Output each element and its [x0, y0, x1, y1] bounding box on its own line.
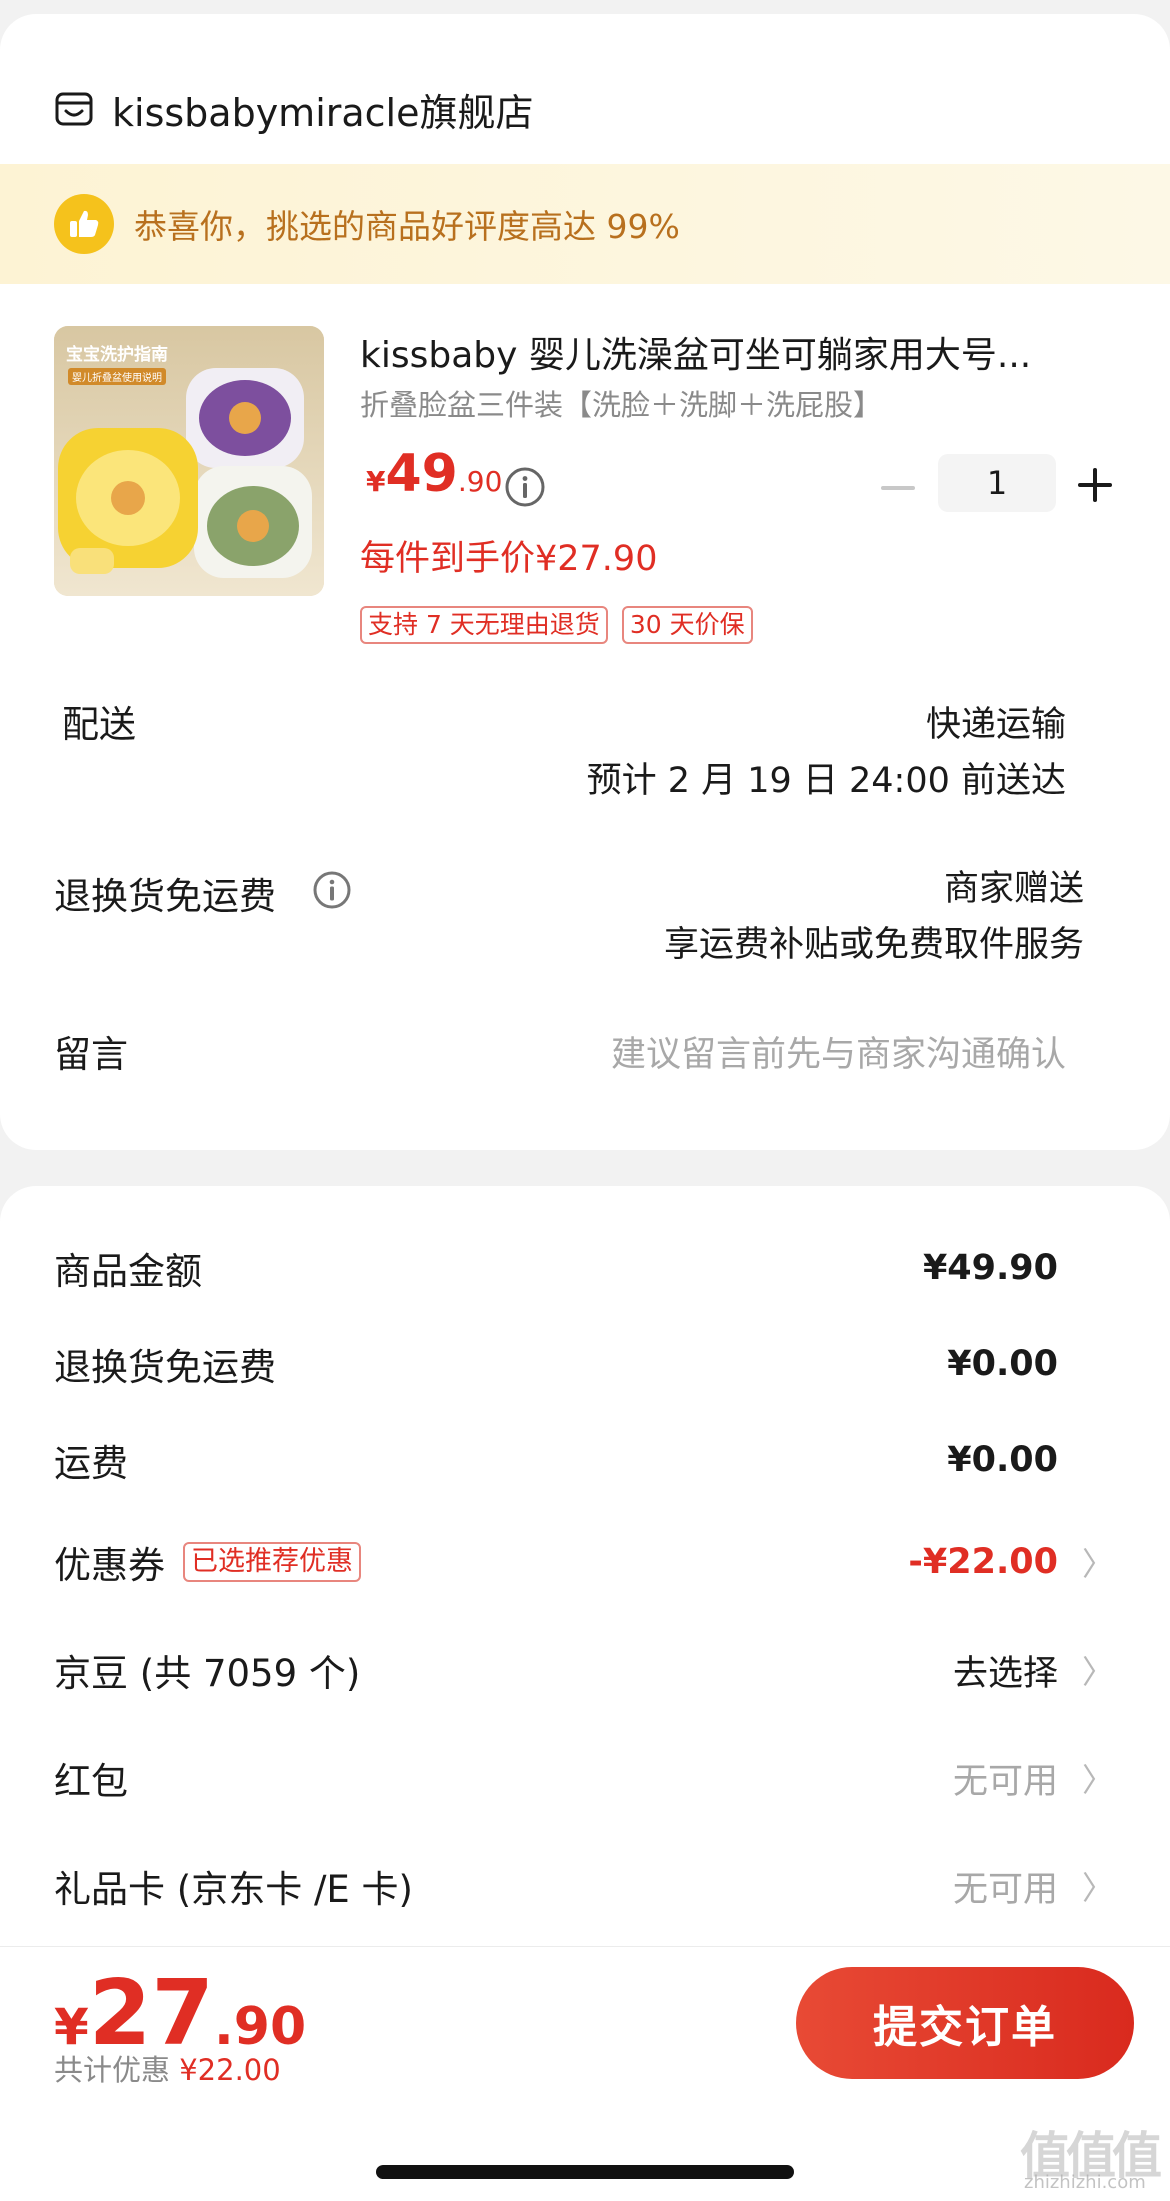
goods-amount-value: ¥49.90	[922, 1248, 1058, 1288]
summary-goods-amount: 商品金额 ¥49.90	[54, 1238, 1114, 1298]
discount-label: 共计优惠	[54, 2053, 171, 2087]
summary-giftcard[interactable]: 礼品卡 (京东卡 /E 卡) 无可用 〉	[54, 1856, 1114, 1916]
thumbs-up-icon	[54, 194, 114, 254]
return-fee-value: ¥0.00	[947, 1344, 1058, 1384]
submit-order-button[interactable]: 提交订单	[796, 1967, 1134, 2079]
price-integer: 49	[385, 444, 458, 504]
summary-return-fee: 退换货免运费 ¥0.00	[54, 1334, 1114, 1394]
coupon-label: 优惠券	[54, 1544, 165, 1587]
summary-shipping: 运费 ¥0.00	[54, 1430, 1114, 1490]
product-price: ¥ 49 .90	[366, 444, 502, 504]
home-indicator	[376, 2165, 794, 2179]
redpacket-value: 无可用	[952, 1761, 1058, 1802]
return-shipping-desc: 享运费补贴或免费取件服务	[663, 925, 1084, 965]
summary-coupon[interactable]: 优惠券 已选推荐优惠 -¥22.00 〉	[54, 1532, 1114, 1592]
service-tags: 支持 7 天无理由退货 30 天价保	[360, 606, 753, 644]
store-icon	[55, 92, 93, 126]
tag-price-protect: 30 天价保	[621, 606, 753, 644]
product-image-subcaption: 婴儿折叠盆使用说明	[68, 368, 166, 385]
product-image[interactable]: 宝宝洗护指南 婴儿折叠盆使用说明	[54, 326, 324, 596]
return-shipping-value: 商家赠送	[943, 869, 1084, 909]
shop-header[interactable]: kissbabymiracle旗舰店	[54, 74, 534, 144]
delivery-label: 配送	[62, 703, 136, 746]
product-image-caption: 宝宝洗护指南	[66, 345, 168, 365]
coupon-value: -¥22.00	[908, 1542, 1058, 1582]
delivery-method[interactable]: 快递运输	[926, 696, 1066, 747]
chevron-right-icon: 〉	[1081, 1869, 1114, 1907]
price-decimal: .90	[457, 465, 503, 498]
summary-jingdou[interactable]: 京豆 (共 7059 个) 去选择 〉	[54, 1640, 1114, 1700]
rating-banner-text: 恭喜你，挑选的商品好评度高达 99%	[134, 207, 680, 246]
quantity-decrease-button[interactable]	[874, 468, 922, 508]
message-input[interactable]: 建议留言前先与商家沟通确认	[611, 1026, 1066, 1077]
quantity-increase-button[interactable]	[1072, 462, 1118, 508]
unit-final-price: 每件到手价¥27.90	[360, 539, 658, 579]
price-currency: ¥	[366, 465, 386, 498]
delivery-eta: 预计 2 月 19 日 24:00 前送达	[586, 761, 1066, 801]
giftcard-value: 无可用	[952, 1869, 1058, 1910]
chevron-right-icon: 〉	[1081, 1653, 1114, 1691]
tag-7day-return: 支持 7 天无理由退货	[360, 606, 608, 644]
quantity-input[interactable]: 1	[938, 454, 1056, 512]
rating-banner: 恭喜你，挑选的商品好评度高达 99%	[0, 164, 1170, 284]
total-discount: 共计优惠 ¥22.00	[54, 2047, 281, 2089]
return-shipping-label: 退换货免运费	[54, 875, 276, 918]
summary-redpacket[interactable]: 红包 无可用 〉	[54, 1748, 1114, 1808]
checkout-bar: ¥ 27 .90 共计优惠 ¥22.00 提交订单	[0, 1946, 1170, 2201]
order-item-card: kissbabymiracle旗舰店 恭喜你，挑选的商品好评度高达 99% 宝宝…	[0, 14, 1170, 1150]
jingdou-value: 去选择	[952, 1653, 1058, 1694]
shop-name: kissbabymiracle旗舰店	[112, 90, 534, 135]
order-summary-card: 商品金额 ¥49.90 退换货免运费 ¥0.00 运费 ¥0.00 优惠券 已选…	[0, 1186, 1170, 1946]
coupon-selected-tag: 已选推荐优惠	[183, 1542, 361, 1582]
price-info-icon[interactable]	[504, 466, 546, 508]
chevron-right-icon: 〉	[1081, 1545, 1114, 1583]
message-label: 留言	[54, 1033, 128, 1076]
product-spec: 折叠脸盆三件装【洗脸＋洗脚＋洗屁股】	[360, 388, 883, 422]
return-shipping-info-icon[interactable]	[312, 870, 352, 910]
watermark-url: zhizhizhi.com	[1024, 2172, 1146, 2193]
discount-amount: ¥22.00	[179, 2053, 281, 2087]
product-title[interactable]: kissbaby 婴儿洗澡盆可坐可躺家用大号...	[360, 326, 1100, 378]
chevron-right-icon: 〉	[1081, 1761, 1114, 1799]
shipping-value: ¥0.00	[947, 1440, 1058, 1480]
